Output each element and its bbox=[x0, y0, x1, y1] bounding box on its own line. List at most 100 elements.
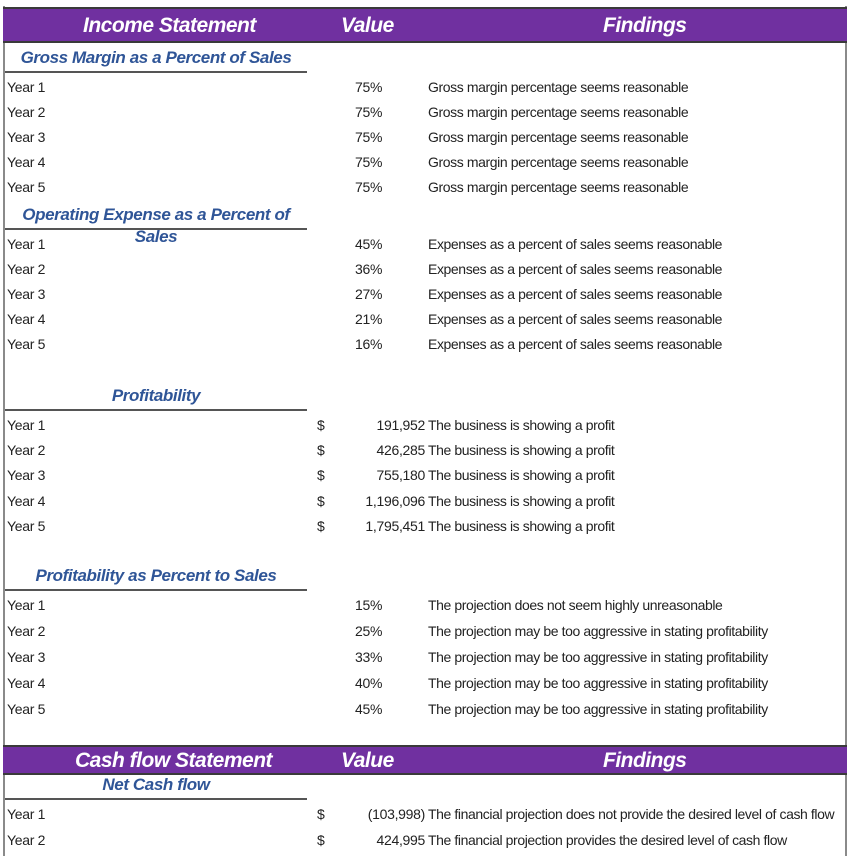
row-value: 75% bbox=[355, 104, 383, 120]
row-label: Year 5 bbox=[7, 517, 46, 534]
row-value: 40% bbox=[355, 675, 383, 691]
table-row: Year 3 27% Expenses as a percent of sales … bbox=[5, 282, 845, 306]
row-label: Year 4 bbox=[7, 675, 46, 691]
table-row: Year 3 75% Gross margin percentage seems r… bbox=[5, 125, 845, 149]
row-value: 75% bbox=[355, 79, 383, 95]
row-value: 191,952 bbox=[376, 417, 425, 433]
row-finding: The business is showing a profit bbox=[428, 417, 615, 433]
header-title: Cash flow Statement bbox=[75, 749, 273, 772]
row-label: Year 1 bbox=[7, 417, 46, 433]
header-findings: Findings bbox=[603, 14, 687, 37]
row-label: Year 4 bbox=[7, 311, 46, 327]
row-value: 45% bbox=[355, 236, 383, 252]
section-title-profitability-pct: Profitability as Percent to Sales bbox=[5, 565, 307, 591]
section-title-gross-margin: Gross Margin as a Percent of Sales bbox=[5, 47, 307, 73]
currency-symbol: $ bbox=[317, 806, 325, 822]
table-row: Year 1 75% Gross margin percentage seems r… bbox=[5, 75, 845, 99]
row-finding: Gross margin percentage seems reasonable bbox=[428, 154, 689, 170]
row-value: 75% bbox=[355, 179, 383, 195]
row-value: 75% bbox=[355, 129, 383, 145]
table-row: Year 2 36% Expenses as a percent of sales … bbox=[5, 257, 845, 281]
table-row: Year 5 $1,795,451 The business is showing … bbox=[5, 514, 845, 538]
income-statement-header: Income Statement Value Findings bbox=[3, 7, 847, 43]
row-label: Year 1 bbox=[7, 806, 46, 822]
row-finding: The projection may be too aggressive in … bbox=[428, 701, 768, 717]
row-finding: The projection does not seem highly unre… bbox=[428, 597, 723, 613]
row-value: 33% bbox=[355, 649, 383, 665]
table-row: Year 4 21% Expenses as a percent of sales … bbox=[5, 307, 845, 331]
row-value: 15% bbox=[355, 597, 383, 613]
row-label: Year 1 bbox=[7, 236, 46, 252]
row-label: Year 4 bbox=[7, 154, 46, 170]
table-row: Year 5 45% The projection may be too aggre… bbox=[5, 697, 845, 721]
table-row: Year 5 75% Gross margin percentage seems r… bbox=[5, 175, 845, 199]
currency-symbol: $ bbox=[317, 832, 325, 848]
table-row: Year 4 $1,196,096 The business is showing … bbox=[5, 489, 845, 513]
row-finding: The business is showing a profit bbox=[428, 517, 615, 534]
table-row: Year 4 75% Gross margin percentage seems r… bbox=[5, 150, 845, 174]
row-label: Year 3 bbox=[7, 467, 46, 484]
section-title-profitability: Profitability bbox=[5, 385, 307, 411]
currency-symbol: $ bbox=[317, 417, 325, 433]
table-row: Year 4 40% The projection may be too aggre… bbox=[5, 671, 845, 695]
table-row: Year 1 15% The projection does not seem hi… bbox=[5, 593, 845, 617]
row-label: Year 2 bbox=[7, 261, 46, 277]
row-label: Year 3 bbox=[7, 286, 46, 302]
table-row: Year 3 $755,180 The business is showing a … bbox=[5, 463, 845, 487]
row-value: (103,998) bbox=[367, 806, 426, 822]
currency-symbol: $ bbox=[317, 517, 325, 534]
table-row: Year 2 $426,285 The business is showing a … bbox=[5, 438, 845, 462]
row-value: 21% bbox=[355, 311, 383, 327]
row-finding: Expenses as a percent of sales seems rea… bbox=[428, 311, 723, 327]
header-findings: Findings bbox=[603, 749, 687, 772]
row-finding: The financial projection provides the de… bbox=[428, 832, 787, 848]
row-value: 16% bbox=[355, 336, 383, 352]
cash-flow-header: Cash flow Statement Value Findings bbox=[3, 745, 847, 775]
row-finding: Expenses as a percent of sales seems rea… bbox=[428, 236, 723, 252]
table-row: Year 3 33% The projection may be too aggre… bbox=[5, 645, 845, 669]
row-finding: Expenses as a percent of sales seems rea… bbox=[428, 261, 723, 277]
row-finding: The business is showing a profit bbox=[428, 467, 615, 484]
table-row: Year 2 $424,995 The financial projection p… bbox=[5, 828, 845, 852]
table-row: Year 5 16% Expenses as a percent of sales … bbox=[5, 332, 845, 356]
row-label: Year 5 bbox=[7, 701, 46, 717]
row-finding: Gross margin percentage seems reasonable bbox=[428, 179, 689, 195]
table-row: Year 1 45% Expenses as a percent of sales … bbox=[5, 232, 845, 256]
row-finding: The financial projection does not provid… bbox=[428, 806, 835, 822]
row-finding: The business is showing a profit bbox=[428, 442, 615, 459]
row-value: 25% bbox=[355, 623, 383, 639]
row-value: 75% bbox=[355, 154, 383, 170]
row-label: Year 1 bbox=[7, 597, 46, 613]
row-finding: The projection may be too aggressive in … bbox=[428, 649, 768, 665]
row-label: Year 5 bbox=[7, 179, 46, 195]
row-label: Year 2 bbox=[7, 104, 46, 120]
table-row: Year 1 $191,952 The business is showing a … bbox=[5, 413, 845, 437]
row-finding: Expenses as a percent of sales seems rea… bbox=[428, 336, 723, 352]
currency-symbol: $ bbox=[317, 442, 325, 459]
row-finding: The business is showing a profit bbox=[428, 492, 615, 509]
header-title: Income Statement bbox=[83, 14, 256, 37]
row-value: 27% bbox=[355, 286, 383, 302]
row-value: 36% bbox=[355, 261, 383, 277]
header-value: Value bbox=[341, 14, 394, 37]
table-row: Year 1 $ (103,998) The financial projection… bbox=[5, 802, 845, 826]
row-label: Year 3 bbox=[7, 649, 46, 665]
header-value: Value bbox=[341, 749, 394, 772]
table-row: Year 2 25% The projection may be too aggre… bbox=[5, 619, 845, 643]
row-value: 45% bbox=[355, 701, 383, 717]
table-row: Year 2 75% Gross margin percentage seems r… bbox=[5, 100, 845, 124]
row-label: Year 2 bbox=[7, 442, 46, 459]
currency-symbol: $ bbox=[317, 492, 325, 509]
row-finding: The projection may be too aggressive in … bbox=[428, 623, 768, 639]
row-finding: The projection may be too aggressive in … bbox=[428, 675, 768, 691]
section-title-net-cash-flow: Net Cash flow bbox=[5, 774, 307, 800]
row-finding: Gross margin percentage seems reasonable bbox=[428, 79, 689, 95]
row-finding: Gross margin percentage seems reasonable bbox=[428, 104, 689, 120]
row-value: 755,180 bbox=[376, 467, 425, 484]
section-title-operating-expense: Operating Expense as a Percent of Sales bbox=[5, 204, 307, 246]
row-value: 1,196,096 bbox=[365, 492, 425, 509]
row-label: Year 2 bbox=[7, 832, 46, 848]
row-label: Year 3 bbox=[7, 129, 46, 145]
row-value: 1,795,451 bbox=[365, 517, 425, 534]
row-value: 424,995 bbox=[376, 832, 425, 848]
